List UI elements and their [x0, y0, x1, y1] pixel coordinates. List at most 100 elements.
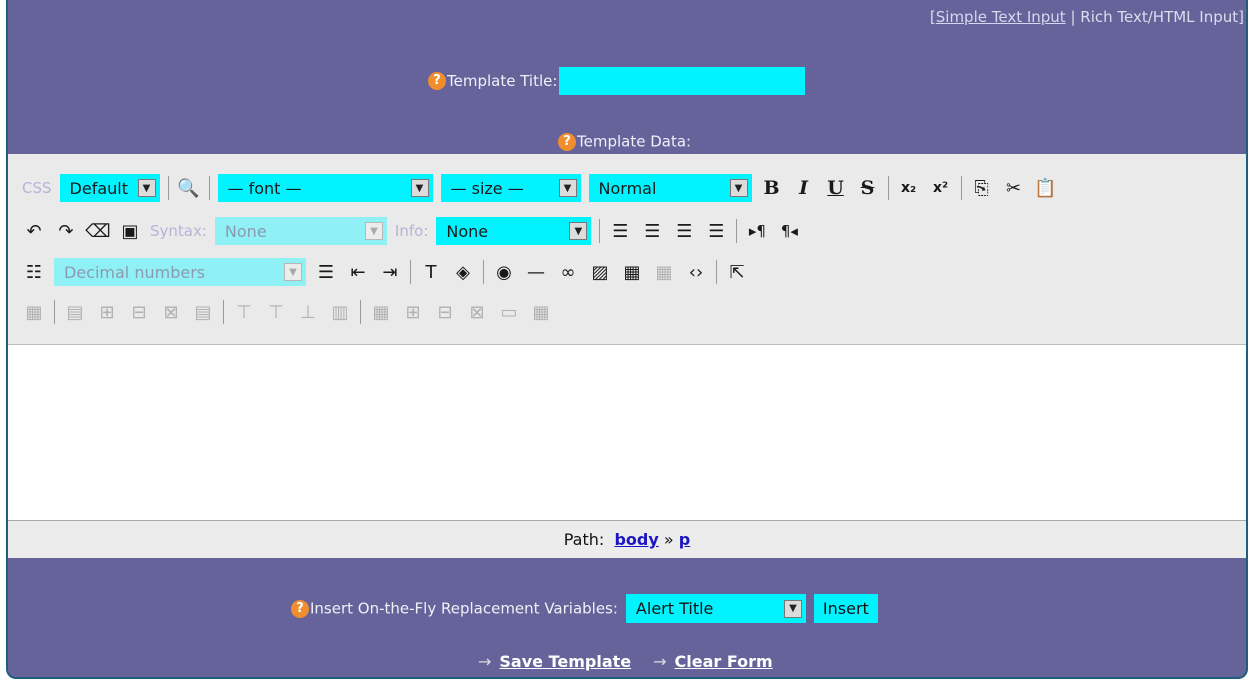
- toolbar-separator: [483, 260, 484, 284]
- split-row-icon: ▤: [194, 301, 212, 323]
- info-select-value: None: [446, 221, 489, 241]
- replacement-variable-select[interactable]: Alert Title ▼: [625, 594, 806, 623]
- delete-col-icon: ⊥: [300, 301, 316, 323]
- horizontal-rule-icon[interactable]: —: [524, 260, 548, 284]
- element-path-bar: Path: body » p: [8, 521, 1246, 558]
- font-select[interactable]: — font — ▼: [217, 174, 433, 202]
- template-title-input[interactable]: [559, 67, 806, 95]
- strikethrough-button[interactable]: S: [856, 176, 880, 200]
- path-label: Path:: [563, 530, 605, 549]
- superscript-button[interactable]: x²: [929, 176, 953, 200]
- toolbar-separator: [360, 300, 361, 324]
- preview-icon[interactable]: 🔍: [177, 176, 201, 200]
- text-color-icon[interactable]: T: [419, 260, 443, 284]
- table-properties-icon: ▦: [655, 261, 673, 283]
- chevron-down-icon: ▼: [783, 599, 802, 618]
- help-icon[interactable]: ?: [428, 72, 446, 90]
- undo-icon[interactable]: ↶: [22, 219, 46, 243]
- chevron-down-icon: ▼: [558, 179, 577, 197]
- info-select[interactable]: None ▼: [436, 217, 592, 245]
- link-icon[interactable]: ∞: [556, 260, 580, 284]
- insert-object-icon[interactable]: ◉: [492, 260, 516, 284]
- template-data-row: ? Template Data:: [558, 131, 691, 151]
- replacement-variable-value: Alert Title: [635, 599, 714, 618]
- toolbar-row-1: CSS Default ▼ 🔍 — font — ▼ — size — ▼ Norma…: [22, 173, 1058, 203]
- arrow-right-icon: →: [478, 652, 492, 671]
- format-select[interactable]: Normal ▼: [588, 174, 752, 202]
- toolbar-separator: [410, 260, 411, 284]
- css-label: CSS: [22, 179, 52, 197]
- insert-row-after-icon: ⊟: [131, 301, 147, 323]
- size-select[interactable]: — size — ▼: [440, 174, 581, 202]
- font-select-value: — font —: [227, 178, 302, 198]
- simple-text-input-link[interactable]: Simple Text Input: [936, 8, 1066, 26]
- help-icon[interactable]: ?: [558, 132, 576, 151]
- insert-button[interactable]: Insert: [813, 594, 878, 623]
- bullet-list-icon[interactable]: ☰: [314, 260, 338, 284]
- eraser-icon[interactable]: ⌫: [85, 219, 110, 243]
- path-separator: »: [663, 530, 674, 549]
- copy-icon[interactable]: ⎘: [970, 176, 994, 200]
- template-data-label: Template Data:: [577, 132, 692, 151]
- table-settings-icon: ▦: [25, 301, 43, 323]
- format-select-value: Normal: [598, 178, 657, 198]
- paste-icon[interactable]: 📋: [1034, 176, 1058, 200]
- align-right-icon[interactable]: ☰: [672, 219, 696, 243]
- italic-button[interactable]: I: [792, 176, 816, 200]
- insert-cell-after-icon: ⊟: [437, 301, 453, 323]
- numbered-list-icon[interactable]: ☷: [22, 260, 46, 284]
- insert-row-before-icon: ⊞: [99, 301, 115, 323]
- indent-icon[interactable]: ⇥: [378, 260, 402, 284]
- toolbar-separator: [887, 176, 889, 200]
- editor-content-area[interactable]: [8, 345, 1246, 521]
- chevron-down-icon: ▼: [137, 179, 156, 197]
- toolbar-separator: [736, 219, 738, 243]
- list-style-select-value: Decimal numbers: [64, 262, 206, 282]
- redo-icon[interactable]: ↷: [54, 219, 78, 243]
- save-template-link[interactable]: Save Template: [499, 652, 631, 671]
- path-body-link[interactable]: body: [614, 530, 658, 549]
- html-source-icon[interactable]: ‹›: [684, 260, 708, 284]
- outdent-icon[interactable]: ⇤: [346, 260, 370, 284]
- replacement-variables-row: ? Insert On-the-Fly Replacement Variables…: [291, 594, 878, 623]
- info-label: Info:: [394, 222, 429, 240]
- insert-col-before-icon: ⊤: [236, 301, 252, 323]
- bracket-close: ]: [1238, 8, 1244, 26]
- rtl-icon[interactable]: ¶◂: [777, 219, 801, 243]
- split-cells-icon: ▦: [532, 301, 550, 323]
- template-title-row: ? Template Title:: [428, 67, 806, 95]
- insert-cell-before-icon: ⊞: [405, 301, 421, 323]
- path-p-link[interactable]: p: [679, 530, 690, 549]
- css-select-value: Default: [69, 178, 128, 198]
- col-properties-icon: ▥: [331, 301, 349, 323]
- chevron-down-icon: ▼: [569, 222, 588, 240]
- delete-cell-icon: ⊠: [469, 301, 485, 323]
- fullscreen-icon[interactable]: ⇱: [725, 260, 749, 284]
- align-center-icon[interactable]: ☰: [640, 219, 664, 243]
- delete-row-icon: ⊠: [163, 301, 179, 323]
- clear-form-link[interactable]: Clear Form: [675, 652, 773, 671]
- chevron-down-icon: ▼: [729, 179, 748, 197]
- toolbar-separator: [167, 176, 169, 200]
- rich-text-input-link[interactable]: Rich Text/HTML Input: [1080, 8, 1238, 26]
- align-justify-icon[interactable]: ☰: [704, 219, 728, 243]
- image-icon[interactable]: ▨: [588, 260, 612, 284]
- cut-icon[interactable]: ✂: [1002, 176, 1026, 200]
- word-paste-icon[interactable]: ▣: [118, 219, 142, 243]
- align-left-icon[interactable]: ☰: [608, 219, 632, 243]
- subscript-button[interactable]: x₂: [897, 176, 921, 200]
- help-icon[interactable]: ?: [291, 599, 309, 618]
- background-color-icon[interactable]: ◈: [451, 260, 475, 284]
- underline-button[interactable]: U: [824, 176, 848, 200]
- toolbar-separator: [960, 176, 962, 200]
- toolbar-separator: [716, 260, 717, 284]
- arrow-right-icon: →: [653, 652, 667, 671]
- link-divider: |: [1065, 8, 1081, 26]
- ltr-icon[interactable]: ▸¶: [745, 219, 769, 243]
- css-select[interactable]: Default ▼: [59, 174, 160, 202]
- chevron-down-icon: ▼: [410, 179, 429, 197]
- toolbar-separator: [223, 300, 224, 324]
- editor-toolbar: CSS Default ▼ 🔍 — font — ▼ — size — ▼ Norma…: [8, 154, 1246, 345]
- table-icon[interactable]: ▦: [620, 260, 644, 284]
- bold-button[interactable]: B: [760, 176, 784, 200]
